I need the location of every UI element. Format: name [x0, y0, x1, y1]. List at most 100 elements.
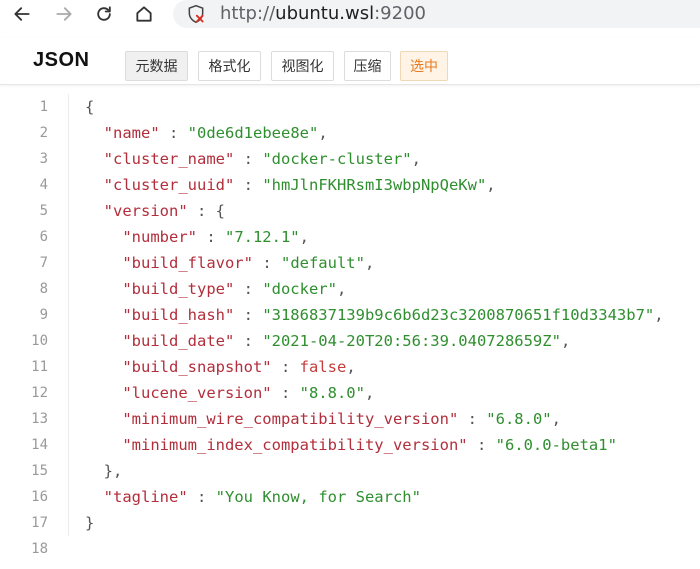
line-number: 11	[31, 359, 48, 375]
tab-select[interactable]: 选中	[400, 51, 448, 81]
url-port: :9200	[374, 3, 426, 24]
line-number: 9	[39, 307, 48, 323]
url-host: ubuntu.wsl	[275, 3, 375, 24]
json-value: "3186837139b9c6b6d23c3200870651f10d3343b…	[262, 306, 655, 324]
code-text: "minimum_index_compatibility_version" : …	[122, 436, 617, 454]
json-value: "6.8.0"	[486, 410, 552, 428]
tab-visualize[interactable]: 视图化	[271, 51, 334, 81]
line-number: 13	[31, 411, 48, 427]
json-key: "minimum_index_compatibility_version"	[122, 436, 468, 454]
json-viewer-toolbar: JSON 元数据 格式化 视图化 压缩 选中	[0, 38, 700, 85]
json-value: "8.8.0"	[299, 384, 365, 402]
json-key: "number"	[122, 228, 197, 246]
json-key: "cluster_name"	[103, 150, 235, 168]
code-text: }	[85, 514, 95, 532]
tab-raw-data[interactable]: 元数据	[125, 51, 188, 81]
code-text: "cluster_uuid" : "hmJlnFKHRsmI3wbpNpQeKw…	[103, 176, 496, 194]
line-number: 17	[31, 515, 48, 531]
line-number: 3	[39, 151, 48, 167]
code-text: "cluster_name" : "docker-cluster",	[103, 150, 421, 168]
home-icon	[136, 6, 152, 22]
tab-compress[interactable]: 压缩	[344, 51, 391, 81]
insecure-shield-icon[interactable]	[186, 4, 206, 24]
line-number: 1	[39, 99, 48, 115]
code-line: 7 "build_flavor" : "default",	[0, 250, 700, 276]
line-number: 5	[39, 203, 48, 219]
tab-format[interactable]: 格式化	[198, 51, 261, 81]
json-key: "build_date"	[122, 332, 235, 350]
json-value: false	[299, 358, 347, 376]
code-line: 3 "cluster_name" : "docker-cluster",	[0, 146, 700, 172]
line-number: 2	[39, 125, 48, 141]
json-key: "build_type"	[122, 280, 235, 298]
line-number: 8	[39, 281, 48, 297]
code-text: "minimum_wire_compatibility_version" : "…	[122, 410, 561, 428]
code-text: "build_flavor" : "default",	[122, 254, 375, 272]
code-line: 18	[0, 536, 700, 562]
code-line: 10 "build_date" : "2021-04-20T20:56:39.0…	[0, 328, 700, 354]
code-line: 15 },	[0, 458, 700, 484]
json-value: "default"	[280, 254, 365, 272]
json-value: "hmJlnFKHRsmI3wbpNpQeKw"	[262, 176, 487, 194]
code-text: "name" : "0de6d1ebee8e",	[103, 124, 328, 142]
code-text: "version" : {	[103, 202, 225, 220]
line-number: 16	[31, 489, 48, 505]
code-text: "number" : "7.12.1",	[122, 228, 309, 246]
back-button[interactable]	[10, 2, 34, 26]
json-value: "You Know, for Search"	[215, 488, 421, 506]
code-line: 6 "number" : "7.12.1",	[0, 224, 700, 250]
json-key: "lucene_version"	[122, 384, 272, 402]
json-code-view: 1{ 2 "name" : "0de6d1ebee8e", 3 "cluster…	[0, 94, 700, 562]
code-text: "tagline" : "You Know, for Search"	[103, 488, 421, 506]
json-key: "version"	[103, 202, 188, 220]
browser-address-bar: http://ubuntu.wsl:9200	[0, 0, 700, 28]
code-line: 4 "cluster_uuid" : "hmJlnFKHRsmI3wbpNpQe…	[0, 172, 700, 198]
line-number: 15	[31, 463, 48, 479]
json-key: "minimum_wire_compatibility_version"	[122, 410, 459, 428]
code-line: 5 "version" : {	[0, 198, 700, 224]
reload-icon	[97, 6, 111, 21]
json-key: "name"	[103, 124, 160, 142]
json-value: "7.12.1"	[224, 228, 300, 246]
line-number: 4	[39, 177, 48, 193]
url-text: http://ubuntu.wsl:9200	[220, 4, 426, 24]
code-line: 14 "minimum_index_compatibility_version"…	[0, 432, 700, 458]
code-line: 9 "build_hash" : "3186837139b9c6b6d23c32…	[0, 302, 700, 328]
reload-button[interactable]	[92, 2, 116, 26]
code-line: 13 "minimum_wire_compatibility_version" …	[0, 406, 700, 432]
json-value: "2021-04-20T20:56:39.040728659Z"	[262, 332, 561, 350]
line-number: 10	[31, 333, 48, 349]
code-text: "build_hash" : "3186837139b9c6b6d23c3200…	[122, 306, 664, 324]
code-line: 17}	[0, 510, 700, 536]
json-key: "build_snapshot"	[122, 358, 272, 376]
line-number: 14	[31, 437, 48, 453]
line-number: 7	[39, 255, 48, 271]
code-text: {	[85, 98, 95, 116]
code-line: 16 "tagline" : "You Know, for Search"	[0, 484, 700, 510]
code-line: 8 "build_type" : "docker",	[0, 276, 700, 302]
code-line: 11 "build_snapshot" : false,	[0, 354, 700, 380]
forward-button[interactable]	[52, 2, 76, 26]
code-text: "lucene_version" : "8.8.0",	[122, 384, 375, 402]
line-number: 12	[31, 385, 48, 401]
json-key: "tagline"	[103, 488, 188, 506]
json-value: "6.0.0-beta1"	[495, 436, 617, 454]
code-line: 12 "lucene_version" : "8.8.0",	[0, 380, 700, 406]
code-line: 2 "name" : "0de6d1ebee8e",	[0, 120, 700, 146]
code-text: "build_date" : "2021-04-20T20:56:39.0407…	[122, 332, 571, 350]
line-number: 18	[31, 541, 48, 557]
json-key: "cluster_uuid"	[103, 176, 235, 194]
json-value: "docker"	[262, 280, 337, 298]
json-key: "build_flavor"	[122, 254, 253, 272]
json-label: JSON	[33, 49, 90, 71]
url-scheme: http://	[220, 3, 276, 24]
arrow-right-icon	[56, 7, 72, 21]
json-value: "0de6d1ebee8e"	[187, 124, 319, 142]
arrow-left-icon	[14, 7, 30, 21]
line-number: 6	[39, 229, 48, 245]
json-value: "docker-cluster"	[262, 150, 412, 168]
code-line: 1{	[0, 94, 700, 120]
home-button[interactable]	[132, 2, 156, 26]
code-text: "build_type" : "docker",	[122, 280, 347, 298]
json-key: "build_hash"	[122, 306, 235, 324]
